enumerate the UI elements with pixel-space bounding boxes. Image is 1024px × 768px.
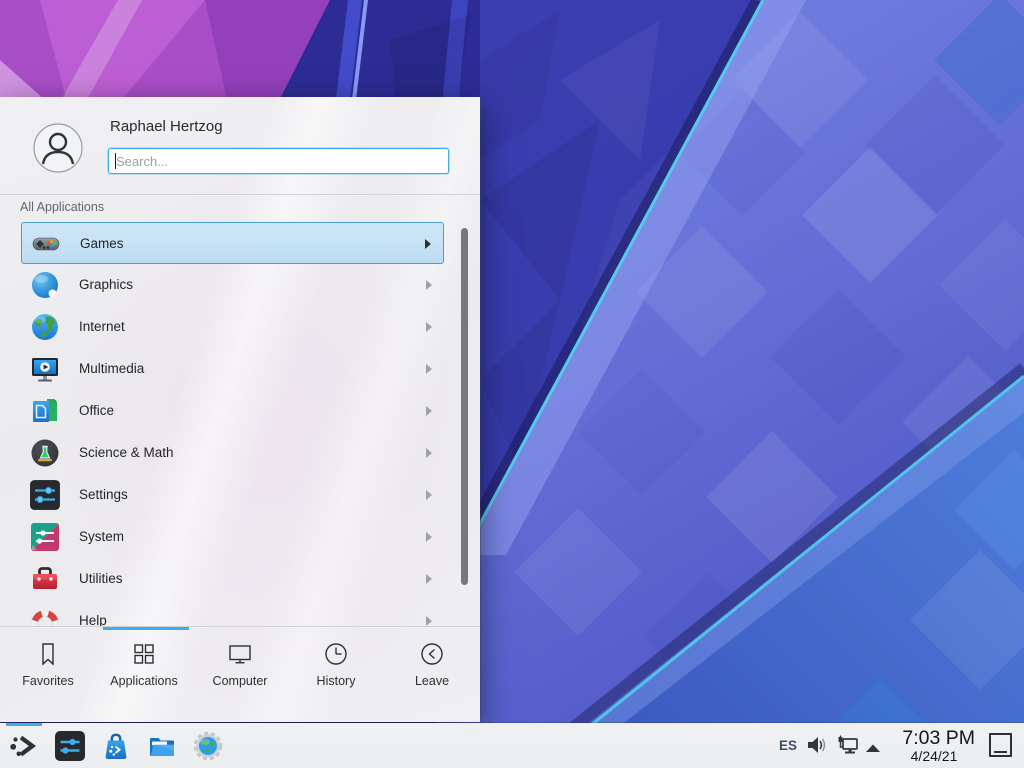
category-label: System xyxy=(79,516,124,558)
category-label: Internet xyxy=(79,306,125,348)
documents-icon xyxy=(29,395,61,427)
media-screen-icon xyxy=(29,353,61,385)
grid-icon xyxy=(131,641,157,667)
category-row-system[interactable]: System xyxy=(21,516,444,558)
show-desktop-button[interactable] xyxy=(989,733,1012,757)
search-input[interactable] xyxy=(109,149,448,173)
toolbox-icon xyxy=(29,563,61,595)
application-launcher-panel: Raphael Hertzog All Applications xyxy=(0,97,480,722)
globe-icon xyxy=(29,311,61,343)
category-row-graphics[interactable]: Graphics xyxy=(21,264,444,306)
submenu-arrow-icon xyxy=(426,532,432,542)
submenu-arrow-icon xyxy=(426,406,432,416)
category-row-games[interactable]: Games xyxy=(21,222,444,264)
footer-divider xyxy=(0,626,480,627)
search-field xyxy=(108,148,449,174)
tab-label: History xyxy=(317,674,356,688)
category-label: Office xyxy=(79,390,114,432)
computer-icon xyxy=(227,641,253,667)
file-manager-folder-icon[interactable] xyxy=(146,730,178,762)
category-list: Games Graphics xyxy=(0,222,480,626)
lifebuoy-icon xyxy=(29,605,61,626)
tab-applications[interactable]: Applications xyxy=(96,630,192,722)
header-divider xyxy=(0,194,480,195)
category-label: Science & Math xyxy=(79,432,174,474)
launcher-tab-bar: Favorites Applications xyxy=(0,630,480,722)
submenu-arrow-icon xyxy=(426,574,432,584)
leave-circle-icon xyxy=(419,641,445,667)
tab-label: Leave xyxy=(415,674,449,688)
submenu-arrow-icon xyxy=(426,322,432,332)
system-sliders-icon xyxy=(29,521,61,553)
submenu-arrow-icon xyxy=(426,616,432,626)
application-launcher-icon[interactable] xyxy=(8,730,40,762)
expand-tray-caret-icon[interactable] xyxy=(865,740,881,758)
keyboard-layout-indicator[interactable]: ES xyxy=(779,738,797,753)
category-label: Utilities xyxy=(79,558,123,600)
category-row-science-math[interactable]: Science & Math xyxy=(21,432,444,474)
user-name: Raphael Hertzog xyxy=(110,118,223,135)
desktop: Raphael Hertzog All Applications xyxy=(0,0,1024,768)
gamepad-icon xyxy=(30,228,62,260)
settings-sliders-icon xyxy=(29,479,61,511)
submenu-arrow-icon xyxy=(425,239,431,249)
tab-label: Favorites xyxy=(22,674,73,688)
submenu-arrow-icon xyxy=(426,448,432,458)
list-scrollbar[interactable] xyxy=(461,228,468,585)
flask-icon xyxy=(29,437,61,469)
category-label: Multimedia xyxy=(79,348,144,390)
text-caret xyxy=(115,153,116,169)
web-browser-globe-gear-icon[interactable] xyxy=(192,730,224,762)
category-row-help[interactable]: Help xyxy=(21,600,444,626)
category-row-settings[interactable]: Settings xyxy=(21,474,444,516)
volume-icon[interactable] xyxy=(806,735,828,760)
category-label: Help xyxy=(79,600,107,626)
show-desktop-glyph xyxy=(994,751,1007,753)
category-label: Games xyxy=(80,223,124,265)
category-row-utilities[interactable]: Utilities xyxy=(21,558,444,600)
submenu-arrow-icon xyxy=(426,280,432,290)
category-label: Settings xyxy=(79,474,128,516)
discover-software-center-icon[interactable] xyxy=(100,730,132,762)
tab-label: Applications xyxy=(110,674,177,688)
clock-time: 7:03 PM xyxy=(893,728,975,749)
submenu-arrow-icon xyxy=(426,364,432,374)
bookmark-icon xyxy=(35,641,61,667)
taskbar: ES 7:03 PM 4/24/2 xyxy=(0,723,1024,768)
category-label: Graphics xyxy=(79,264,133,306)
clock-date: 4/24/21 xyxy=(893,749,975,764)
digital-clock[interactable]: 7:03 PM 4/24/21 xyxy=(893,728,975,764)
submenu-arrow-icon xyxy=(426,490,432,500)
category-row-multimedia[interactable]: Multimedia xyxy=(21,348,444,390)
user-avatar-icon[interactable] xyxy=(33,123,83,173)
section-label: All Applications xyxy=(20,200,104,214)
paint-sphere-icon xyxy=(29,269,61,301)
history-clock-icon xyxy=(323,641,349,667)
tab-history[interactable]: History xyxy=(288,630,384,722)
tab-computer[interactable]: Computer xyxy=(192,630,288,722)
network-icon[interactable] xyxy=(836,735,860,762)
tab-leave[interactable]: Leave xyxy=(384,630,480,722)
category-row-internet[interactable]: Internet xyxy=(21,306,444,348)
tab-favorites[interactable]: Favorites xyxy=(0,630,96,722)
category-row-office[interactable]: Office xyxy=(21,390,444,432)
launcher-active-indicator xyxy=(6,723,42,726)
tab-label: Computer xyxy=(213,674,268,688)
system-settings-icon[interactable] xyxy=(54,730,86,762)
